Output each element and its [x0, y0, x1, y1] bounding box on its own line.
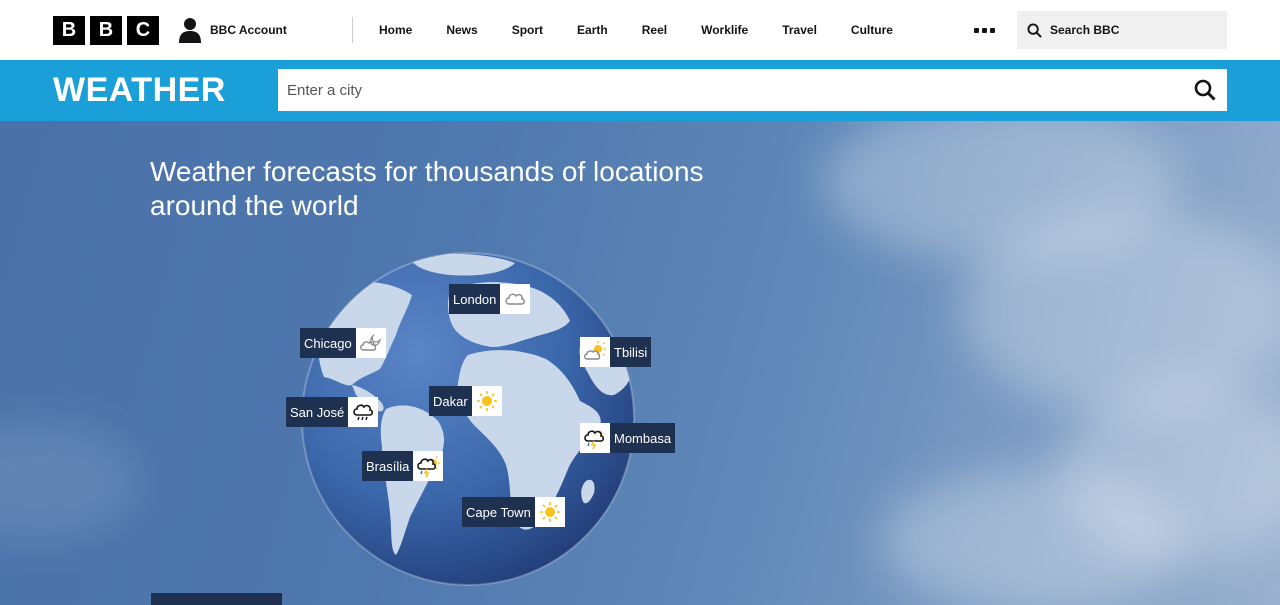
- partly-cloudy-night-icon: [359, 334, 381, 351]
- city-name: Chicago: [300, 328, 356, 358]
- city-name: London: [449, 284, 501, 314]
- city-pin-tbilisi[interactable]: Tbilisi: [580, 337, 652, 367]
- city-pin-dakar[interactable]: Dakar: [429, 386, 502, 416]
- search-bbc-button[interactable]: Search BBC: [1017, 11, 1227, 49]
- person-icon: [179, 18, 201, 43]
- nav-reel[interactable]: Reel: [625, 23, 684, 37]
- city-pin-brasilia[interactable]: Brasília: [362, 451, 444, 481]
- city-search-input[interactable]: [278, 69, 1227, 111]
- search-icon: [1194, 79, 1216, 101]
- hero-section: Weather forecasts for thousands of locat…: [0, 121, 1280, 605]
- cloud-decoration: [880, 471, 1180, 605]
- city-search-button[interactable]: [1192, 77, 1218, 103]
- city-name: Cape Town: [462, 497, 535, 527]
- nav-earth[interactable]: Earth: [560, 23, 625, 37]
- city-name: Brasília: [362, 451, 414, 481]
- city-name: Dakar: [429, 386, 472, 416]
- bbc-top-nav: B B C BBC Account Home News Sport Earth …: [0, 0, 1280, 60]
- sun-icon: [539, 502, 560, 522]
- city-pin-chicago[interactable]: Chicago: [300, 328, 386, 358]
- account-label: BBC Account: [210, 23, 287, 37]
- account-link[interactable]: BBC Account: [178, 16, 287, 44]
- city-pin-mombasa[interactable]: Mombasa: [580, 423, 676, 453]
- city-name: Tbilisi: [610, 337, 652, 367]
- nav-sport[interactable]: Sport: [495, 23, 560, 37]
- cloud-icon: [505, 293, 526, 305]
- light-rain-cloud-icon: [353, 404, 374, 421]
- nav-travel[interactable]: Travel: [765, 23, 834, 37]
- cloud-decoration: [960, 211, 1280, 411]
- bbc-logo[interactable]: B B C: [53, 16, 159, 45]
- nav-divider: [352, 17, 353, 43]
- logo-letter: B: [90, 16, 122, 45]
- hero-headline: Weather forecasts for thousands of locat…: [150, 155, 810, 223]
- nav-home[interactable]: Home: [362, 23, 429, 37]
- city-name: San José: [286, 397, 349, 427]
- city-pin-cape-town[interactable]: Cape Town: [462, 497, 565, 527]
- thundery-showers-sun-icon: [417, 456, 441, 478]
- weather-bar: WEATHER: [0, 60, 1280, 121]
- thundery-showers-icon: [584, 430, 605, 450]
- nav-culture[interactable]: Culture: [834, 23, 910, 37]
- main-nav: Home News Sport Earth Reel Worklife Trav…: [362, 0, 910, 60]
- nav-news[interactable]: News: [429, 23, 494, 37]
- sunny-intervals-icon: [584, 341, 606, 360]
- city-pin-london[interactable]: London: [449, 284, 531, 314]
- cloud-decoration: [0, 421, 140, 541]
- search-icon: [1027, 22, 1042, 38]
- more-menu-icon[interactable]: [971, 22, 997, 38]
- headline-line: Weather forecasts for thousands of locat…: [150, 156, 704, 187]
- city-name: Mombasa: [610, 423, 676, 453]
- city-pin-san-jose[interactable]: San José: [286, 397, 379, 427]
- weather-title[interactable]: WEATHER: [53, 71, 226, 110]
- hero-bottom-tab[interactable]: [151, 593, 282, 605]
- search-bbc-label: Search BBC: [1050, 23, 1120, 37]
- nav-worklife[interactable]: Worklife: [684, 23, 765, 37]
- logo-letter: C: [127, 16, 159, 45]
- logo-letter: B: [53, 16, 85, 45]
- sun-icon: [476, 391, 497, 411]
- headline-line: around the world: [150, 190, 359, 221]
